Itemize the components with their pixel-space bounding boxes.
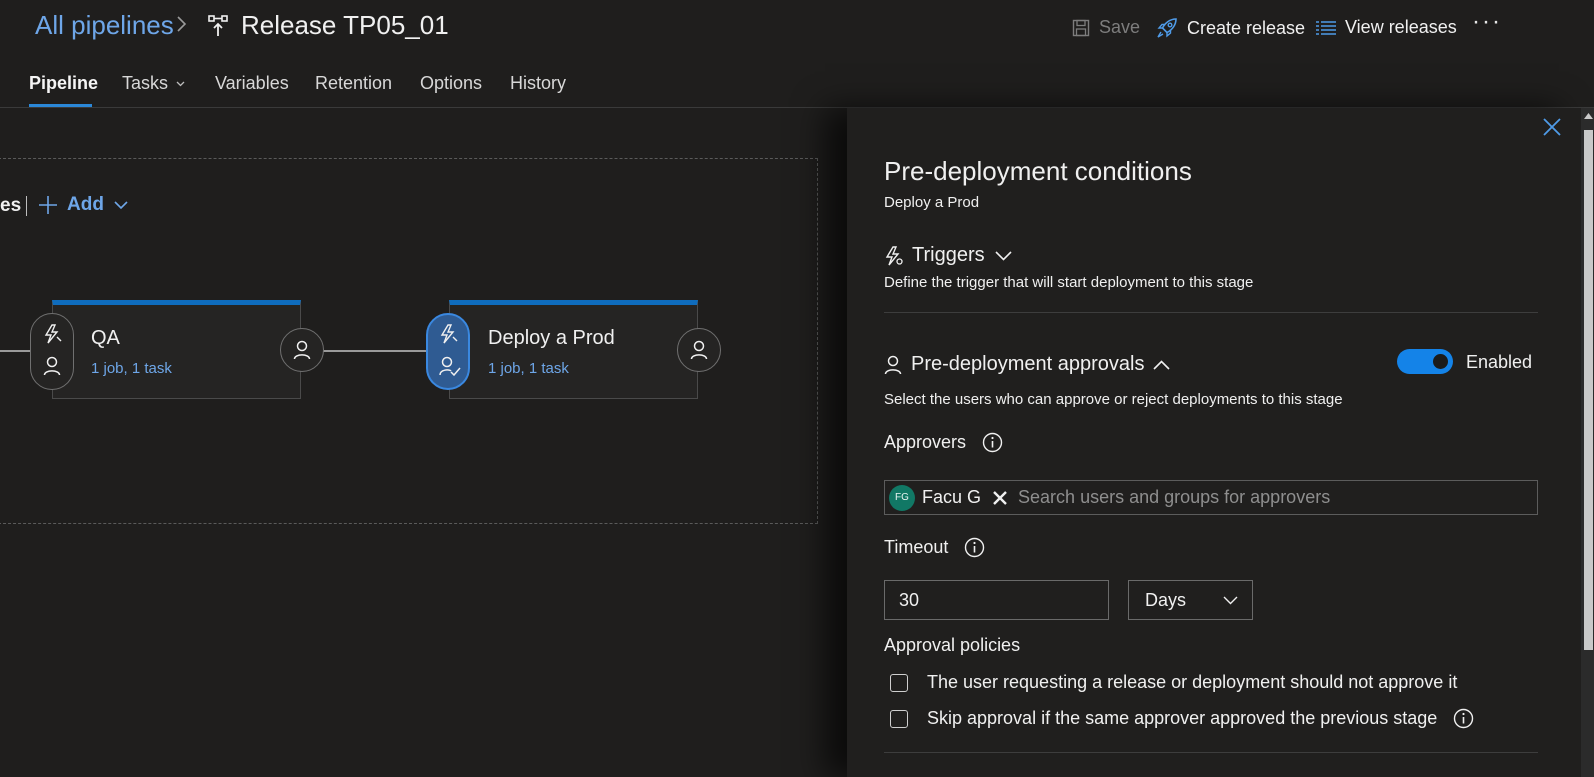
close-icon xyxy=(1543,118,1561,136)
rocket-icon xyxy=(1156,17,1178,39)
policy-checkbox-row[interactable]: The user requesting a release or deploym… xyxy=(890,672,1457,693)
toggle-label: Enabled xyxy=(1466,352,1533,372)
tab-tasks[interactable]: Tasks xyxy=(122,73,185,94)
approvals-enabled-toggle[interactable] xyxy=(1397,349,1453,374)
lightning-icon xyxy=(439,324,459,344)
create-release-label: Create release xyxy=(1187,17,1306,38)
approvers-label: Approvers xyxy=(884,432,1003,453)
chevron-right-icon xyxy=(176,14,188,34)
close-panel-button[interactable] xyxy=(1543,118,1561,136)
tab-pipeline[interactable]: Pipeline xyxy=(29,73,98,94)
trigger-icon xyxy=(884,245,904,266)
approvals-label: Pre-deployment approvals xyxy=(911,353,1145,375)
panel-title: Pre-deployment conditions xyxy=(884,156,1192,186)
chevron-down-icon xyxy=(995,250,1012,261)
triggers-description: Define the trigger that will start deplo… xyxy=(884,274,1254,291)
triggers-section-toggle[interactable]: Triggers xyxy=(884,244,1012,267)
timeout-label-text: Timeout xyxy=(884,537,949,557)
tab-variables[interactable]: Variables xyxy=(215,73,289,94)
breadcrumb-all-pipelines[interactable]: All pipelines xyxy=(35,10,174,41)
view-releases-button[interactable]: View releases xyxy=(1316,17,1457,38)
stages-label: es xyxy=(0,195,22,216)
stage-name: Deploy a Prod xyxy=(488,327,615,349)
timeout-unit-select[interactable]: Days xyxy=(1128,580,1253,620)
post-deployment-conditions-button[interactable] xyxy=(677,328,721,372)
approver-name: Facu G xyxy=(922,487,982,507)
checkbox[interactable] xyxy=(890,673,908,692)
avatar: FG xyxy=(889,484,915,511)
info-icon[interactable] xyxy=(964,537,985,558)
chevron-down-icon xyxy=(114,200,128,210)
timeout-value-field[interactable] xyxy=(884,580,1109,620)
approvals-section-toggle[interactable]: Pre-deployment approvals xyxy=(884,353,1171,376)
pre-deployment-conditions-button-selected[interactable] xyxy=(426,313,470,390)
remove-approver-close-icon[interactable] xyxy=(992,490,1008,506)
plus-icon xyxy=(38,195,58,215)
save-label: Save xyxy=(1099,17,1141,37)
approver-search-input[interactable] xyxy=(1016,486,1521,509)
page-title: Release TP05_01 xyxy=(241,10,449,40)
save-button[interactable]: Save xyxy=(1072,17,1140,38)
tab-tasks-label: Tasks xyxy=(122,73,169,93)
triggers-label: Triggers xyxy=(912,244,985,266)
section-divider xyxy=(884,312,1538,313)
tab-history[interactable]: History xyxy=(510,73,566,94)
info-icon[interactable] xyxy=(982,432,1003,453)
scroll-up-arrow-icon[interactable] xyxy=(1584,112,1593,119)
approvers-picker[interactable]: FG Facu G xyxy=(884,480,1538,515)
toolbar-divider xyxy=(26,196,27,216)
view-releases-label: View releases xyxy=(1345,17,1457,37)
panel-subtitle: Deploy a Prod xyxy=(884,194,980,211)
stage-card-qa[interactable] xyxy=(52,300,301,399)
stage-summary-link[interactable]: 1 job, 1 task xyxy=(91,360,172,377)
stage-connector xyxy=(322,350,428,352)
chevron-down-icon xyxy=(176,81,185,87)
save-icon xyxy=(1072,19,1090,37)
tab-retention[interactable]: Retention xyxy=(315,73,392,94)
approvers-label-text: Approvers xyxy=(884,432,967,452)
list-icon xyxy=(1316,20,1336,36)
person-icon xyxy=(884,355,902,375)
pre-deployment-conditions-button[interactable] xyxy=(30,313,74,390)
person-icon xyxy=(43,356,61,376)
person-icon xyxy=(690,340,708,360)
policy-label: The user requesting a release or deploym… xyxy=(927,672,1458,692)
toggle-knob xyxy=(1433,354,1448,369)
person-icon xyxy=(293,340,311,360)
approvals-description: Select the users who can approve or reje… xyxy=(884,391,1343,408)
tab-options[interactable]: Options xyxy=(420,73,482,94)
stage-summary-link[interactable]: 1 job, 1 task xyxy=(488,360,569,377)
post-deployment-conditions-button[interactable] xyxy=(280,328,324,372)
scrollbar-thumb[interactable] xyxy=(1584,130,1593,650)
approval-policies-label: Approval policies xyxy=(884,635,1021,655)
checkbox[interactable] xyxy=(890,709,908,728)
chevron-up-icon xyxy=(1153,359,1171,370)
timeout-unit-value: Days xyxy=(1145,589,1187,610)
stage-name: QA xyxy=(91,327,120,349)
add-stage-button[interactable]: Add xyxy=(38,194,128,216)
create-release-button[interactable]: Create release xyxy=(1156,17,1305,39)
chevron-down-icon xyxy=(1223,596,1238,605)
more-actions-button[interactable]: ··· xyxy=(1472,8,1502,36)
person-check-icon xyxy=(439,356,461,376)
release-pipeline-icon xyxy=(208,14,228,38)
lightning-icon xyxy=(43,324,63,344)
policy-label: Skip approval if the same approver appro… xyxy=(927,708,1438,728)
policy-checkbox-row[interactable]: Skip approval if the same approver appro… xyxy=(890,708,1474,729)
section-divider xyxy=(884,752,1538,753)
add-label: Add xyxy=(67,194,104,215)
stage-connector xyxy=(0,350,30,352)
timeout-label: Timeout xyxy=(884,537,985,558)
info-icon[interactable] xyxy=(1453,708,1474,729)
